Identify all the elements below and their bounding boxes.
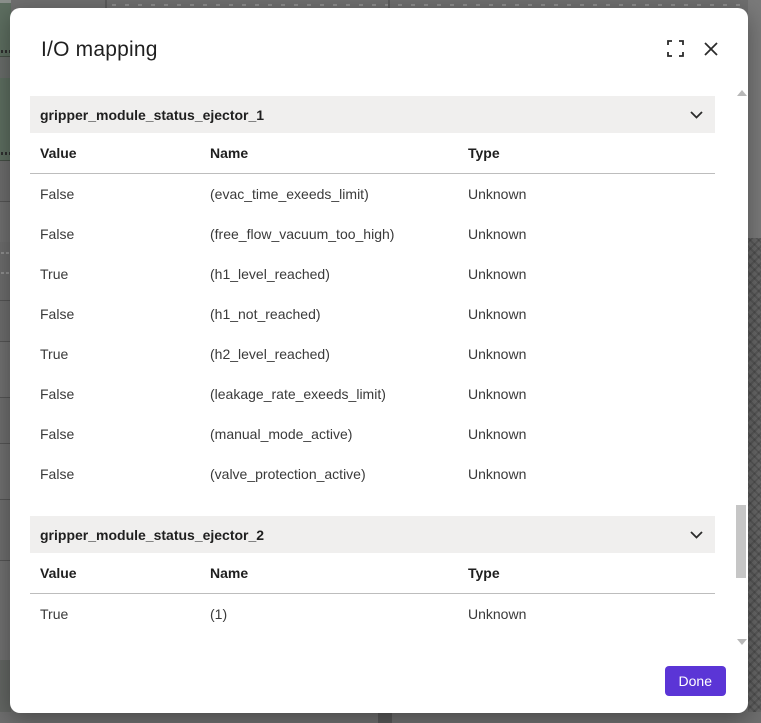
value-cell: False	[40, 426, 75, 442]
io-section: gripper_module_status_ejector_2 Value Nam…	[30, 516, 715, 634]
fullscreen-button[interactable]	[664, 39, 686, 61]
background-divider	[388, 0, 390, 8]
table-row: False (free_flow_vacuum_too_high) Unknown	[30, 214, 715, 254]
column-header: Name	[210, 565, 249, 581]
table-row: False (evac_time_exeeds_limit) Unknown	[30, 174, 715, 214]
dialog-header: I/O mapping	[10, 8, 748, 68]
name-cell: (h1_level_reached)	[210, 266, 330, 282]
table-body: False (evac_time_exeeds_limit) Unknown Fals…	[30, 174, 715, 494]
value-cell: False	[40, 466, 75, 482]
type-cell: Unknown	[468, 606, 527, 622]
close-icon	[703, 41, 719, 60]
value-cell: True	[40, 606, 69, 622]
value-cell: False	[40, 386, 75, 402]
io-section: gripper_module_status_ejector_1 Value Nam…	[30, 96, 715, 494]
background-divider	[105, 0, 107, 8]
type-cell: Unknown	[468, 226, 527, 242]
background-hatch-texture	[748, 238, 761, 723]
type-cell: Unknown	[468, 306, 527, 322]
dialog-footer: Done	[664, 666, 726, 696]
name-cell: (free_flow_vacuum_too_high)	[210, 226, 395, 242]
column-header: Value	[40, 145, 77, 161]
background-table-bottom	[0, 712, 761, 723]
table-row: False (valve_protection_active) Unknown	[30, 454, 715, 494]
value-cell: True	[40, 266, 69, 282]
section-header[interactable]: gripper_module_status_ejector_2	[30, 516, 715, 553]
dialog-title: I/O mapping	[41, 38, 158, 61]
background-viewport-right	[748, 0, 761, 723]
background-dashed-border	[112, 4, 752, 6]
value-cell: False	[40, 226, 75, 242]
type-cell: Unknown	[468, 426, 527, 442]
scrollbar-thumb[interactable]	[736, 505, 746, 578]
table-row: False (manual_mode_active) Unknown	[30, 414, 715, 454]
column-header: Value	[40, 565, 77, 581]
value-cell: True	[40, 346, 69, 362]
done-button[interactable]: Done	[664, 666, 726, 696]
table-header-row: Value Name Type	[30, 553, 715, 594]
table-header-row: Value Name Type	[30, 133, 715, 174]
table-row: True (h2_level_reached) Unknown	[30, 334, 715, 374]
section-title: gripper_module_status_ejector_2	[40, 526, 265, 543]
column-header: Type	[468, 565, 500, 581]
io-mapping-scroll-area[interactable]: gripper_module_status_ejector_1 Value Nam…	[30, 88, 715, 645]
table-row: True (h1_level_reached) Unknown	[30, 254, 715, 294]
scrollbar[interactable]	[736, 88, 747, 653]
scroll-up-arrow[interactable]	[737, 90, 747, 96]
type-cell: Unknown	[468, 186, 527, 202]
type-cell: Unknown	[468, 466, 527, 482]
section-header[interactable]: gripper_module_status_ejector_1	[30, 96, 715, 133]
io-mapping-dialog: I/O mapping gripper_module_status_ejecto…	[10, 8, 748, 713]
name-cell: (valve_protection_active)	[210, 466, 366, 482]
name-cell: (1)	[210, 606, 228, 622]
chevron-down-icon	[690, 530, 703, 539]
background-table-top	[0, 0, 761, 8]
table-body: True (1) Unknown	[30, 594, 715, 634]
name-cell: (leakage_rate_exeeds_limit)	[210, 386, 386, 402]
column-header: Type	[468, 145, 500, 161]
section-title: gripper_module_status_ejector_1	[40, 106, 265, 123]
type-cell: Unknown	[468, 346, 527, 362]
column-header: Name	[210, 145, 249, 161]
type-cell: Unknown	[468, 266, 527, 282]
name-cell: (manual_mode_active)	[210, 426, 353, 442]
type-cell: Unknown	[468, 386, 527, 402]
value-cell: False	[40, 306, 75, 322]
table-row: False (leakage_rate_exeeds_limit) Unknown	[30, 374, 715, 414]
table-row: True (1) Unknown	[30, 594, 715, 634]
close-button[interactable]	[700, 39, 722, 61]
fullscreen-icon	[666, 40, 684, 60]
name-cell: (evac_time_exeeds_limit)	[210, 186, 369, 202]
table-row: False (h1_not_reached) Unknown	[30, 294, 715, 334]
dialog-header-actions	[664, 39, 722, 61]
name-cell: (h1_not_reached)	[210, 306, 321, 322]
background-divider	[378, 712, 392, 723]
value-cell: False	[40, 186, 75, 202]
chevron-down-icon	[690, 110, 703, 119]
scroll-down-arrow[interactable]	[737, 639, 747, 645]
name-cell: (h2_level_reached)	[210, 346, 330, 362]
